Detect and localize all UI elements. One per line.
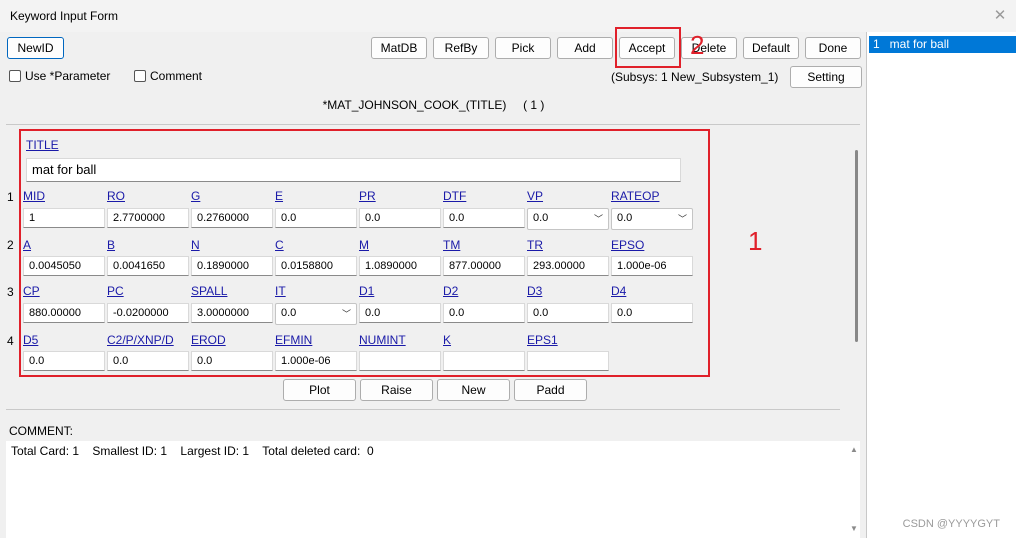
annotation-box-1	[19, 129, 710, 377]
annotation-label-1: 1	[748, 226, 763, 256]
comment-checkbox-label: Comment	[150, 69, 203, 83]
subsystem-label: (Subsys: 1 New_Subsystem_1)	[611, 70, 779, 84]
close-icon[interactable]: ✕	[988, 4, 1012, 28]
checkbox-icon	[9, 70, 21, 82]
default-button[interactable]: Default	[743, 37, 799, 59]
keyword-name: *MAT_JOHNSON_COOK_(TITLE)	[322, 98, 507, 112]
row-number: 4	[7, 334, 14, 348]
scroll-down-icon[interactable]: ▼	[850, 524, 858, 533]
divider	[6, 409, 840, 410]
newid-button[interactable]: NewID	[7, 37, 64, 59]
add-button[interactable]: Add	[557, 37, 613, 59]
matdb-button[interactable]: MatDB	[371, 37, 427, 59]
row-number: 1	[7, 190, 14, 204]
row-number: 3	[7, 285, 14, 299]
plot-button[interactable]: Plot	[283, 379, 356, 401]
comment-label: COMMENT:	[9, 424, 73, 438]
list-item[interactable]: 1 mat for ball	[869, 36, 1016, 53]
title-bar: Keyword Input Form ✕	[0, 0, 1016, 32]
keyword-list-panel: 1 mat for ball	[869, 36, 1016, 538]
pick-button[interactable]: Pick	[495, 37, 551, 59]
divider	[6, 124, 860, 125]
annotation-label-2: 2	[690, 30, 705, 60]
comment-checkbox[interactable]: Comment	[134, 69, 202, 83]
keyword-heading: *MAT_JOHNSON_COOK_(TITLE) ( 1 )	[0, 98, 867, 112]
keyword-input-form-window: Keyword Input Form ✕ NewID MatDB RefBy P…	[0, 0, 1016, 538]
window-title: Keyword Input Form	[10, 9, 119, 23]
padd-button[interactable]: Padd	[514, 379, 587, 401]
card-summary-text: Total Card: 1 Smallest ID: 1 Largest ID:…	[11, 444, 374, 458]
card-area-scrollbar[interactable]	[855, 150, 858, 342]
checkbox-icon	[134, 70, 146, 82]
watermark: CSDN @YYYYGYT	[902, 518, 1000, 530]
raise-button[interactable]: Raise	[360, 379, 433, 401]
keyword-count: ( 1 )	[523, 98, 545, 112]
row-number: 2	[7, 238, 14, 252]
use-parameter-checkbox[interactable]: Use *Parameter	[9, 69, 110, 83]
refby-button[interactable]: RefBy	[433, 37, 489, 59]
comment-textarea[interactable]: Total Card: 1 Smallest ID: 1 Largest ID:…	[6, 441, 860, 538]
new-button[interactable]: New	[437, 379, 510, 401]
use-parameter-label: Use *Parameter	[25, 69, 111, 83]
setting-button[interactable]: Setting	[790, 66, 862, 88]
done-button[interactable]: Done	[805, 37, 861, 59]
annotation-box-2	[615, 27, 681, 68]
scroll-up-icon[interactable]: ▲	[850, 445, 858, 454]
